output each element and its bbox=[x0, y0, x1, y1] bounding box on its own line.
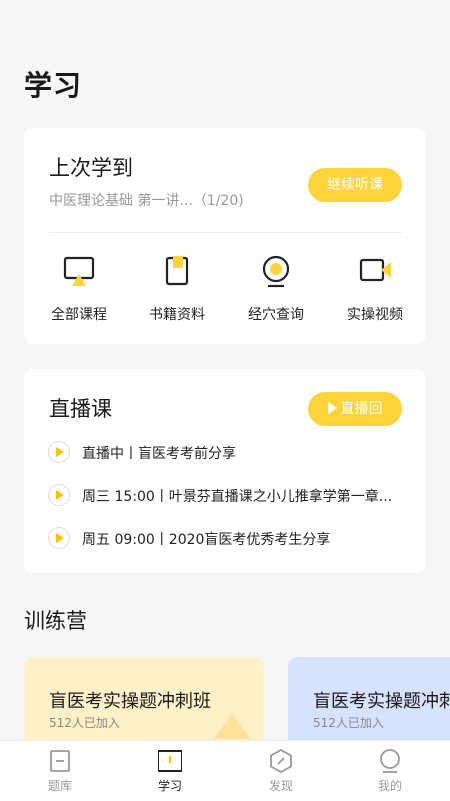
acupoint-icon bbox=[256, 254, 296, 290]
tab-label: 题库 bbox=[47, 779, 72, 793]
shortcut-label: 书籍资料 bbox=[149, 307, 205, 323]
shortcut-acupoint[interactable]: 经穴查询 bbox=[231, 254, 321, 324]
last-study-course[interactable]: 中医理论基础 第一讲...（1/20) bbox=[49, 190, 244, 210]
camp-card-title: 盲医考实操题冲刺班 bbox=[49, 691, 211, 712]
live-replay-button[interactable]: 直播回听 bbox=[308, 392, 402, 451]
shortcut-label: 全部课程 bbox=[51, 307, 107, 323]
question-bank-icon bbox=[48, 749, 72, 773]
live-item-text: 直播中丨盲医考考前分享 bbox=[82, 446, 236, 462]
camp-card-title: 盲医考实操题冲刺班 bbox=[313, 691, 450, 712]
tab-question-bank[interactable]: 题库 bbox=[20, 749, 100, 794]
divider bbox=[49, 232, 402, 233]
shortcut-label: 实操视频 bbox=[347, 307, 403, 323]
tab-discover[interactable]: 发现 bbox=[241, 748, 321, 794]
video-camera-icon bbox=[355, 254, 395, 290]
shortcut-label: 经穴查询 bbox=[248, 307, 304, 323]
live-item-text: 周三 15:00丨叶景芬直播课之小儿推拿学第一章... bbox=[82, 489, 393, 505]
play-circle-icon bbox=[48, 484, 70, 506]
discover-icon bbox=[269, 748, 293, 774]
decoration bbox=[214, 713, 250, 739]
live-section-title: 直播课 bbox=[49, 397, 112, 421]
page-title: 学习 bbox=[24, 69, 83, 102]
shortcut-books[interactable]: 书籍资料 bbox=[132, 254, 222, 324]
last-study-card: 上次学到 中医理论基础 第一讲...（1/20) 继续听课 全部课程 书籍资料 bbox=[24, 128, 426, 344]
camp-card-members: 512人已加入 bbox=[313, 716, 384, 730]
live-list-item[interactable]: 直播中丨盲医考考前分享 bbox=[48, 441, 404, 467]
monitor-icon bbox=[59, 254, 99, 290]
play-circle-icon bbox=[48, 527, 70, 549]
profile-icon bbox=[378, 749, 402, 773]
tab-profile[interactable]: 我的 bbox=[350, 749, 430, 794]
live-list-item[interactable]: 周五 09:00丨2020盲医考优秀考生分享 bbox=[48, 527, 404, 553]
live-course-card: 直播课 直播回听 直播中丨盲医考考前分享 周三 15:00丨叶景芬直播课之小儿推… bbox=[24, 369, 426, 573]
last-study-title: 上次学到 bbox=[49, 156, 133, 180]
camp-card-members: 512人已加入 bbox=[49, 716, 120, 730]
play-circle-icon bbox=[48, 441, 70, 463]
tab-study[interactable]: 学习 bbox=[130, 749, 210, 794]
tab-label: 我的 bbox=[377, 779, 402, 793]
tab-label: 学习 bbox=[157, 779, 182, 793]
play-icon bbox=[327, 402, 337, 414]
shortcut-all-courses[interactable]: 全部课程 bbox=[34, 254, 124, 324]
book-icon bbox=[157, 254, 197, 290]
study-icon bbox=[157, 749, 183, 773]
live-list-item[interactable]: 周三 15:00丨叶景芬直播课之小儿推拿学第一章... bbox=[48, 484, 404, 510]
continue-button[interactable]: 继续听课 bbox=[308, 168, 402, 202]
camp-section-title: 训练营 bbox=[24, 609, 87, 633]
live-item-text: 周五 09:00丨2020盲医考优秀考生分享 bbox=[82, 532, 331, 548]
tab-label: 发现 bbox=[268, 779, 293, 793]
bottom-tab-bar: 题库 学习 发现 我的 bbox=[0, 740, 450, 801]
shortcut-video[interactable]: 实操视频 bbox=[330, 254, 420, 324]
